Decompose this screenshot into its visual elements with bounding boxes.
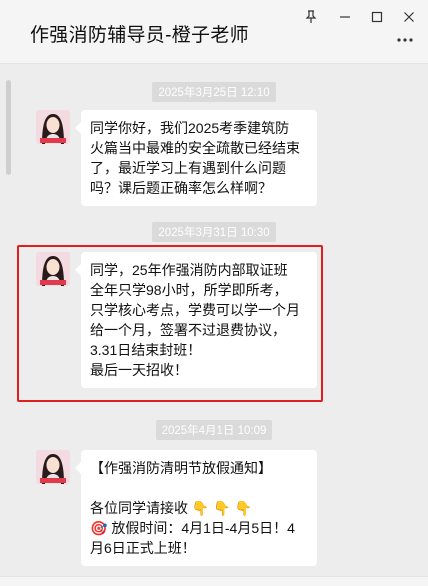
timestamp: 2025年3月25日 12:10 — [0, 82, 428, 102]
timestamp: 2025年4月1日 10:09 — [0, 420, 428, 440]
title-bar: 作强消防辅导员-橙子老师 — [0, 0, 428, 64]
pin-icon[interactable] — [300, 6, 322, 28]
close-icon[interactable] — [398, 6, 420, 28]
bottom-toolbar — [0, 576, 428, 586]
highlight-box — [17, 245, 323, 402]
chat-window: 作强消防辅导员-橙子老师 2025年3月25日 12:10 同学你好，我们202… — [0, 0, 428, 586]
timestamp: 2025年3月31日 10:30 — [0, 222, 428, 242]
avatar[interactable] — [36, 110, 70, 144]
message-bubble[interactable]: 同学你好，我们2025考季建筑防 火篇当中最难的安全疏散已经结束 了，最近学习上… — [75, 110, 317, 206]
minimize-icon[interactable] — [334, 6, 356, 28]
chat-title: 作强消防辅导员-橙子老师 — [30, 25, 249, 46]
maximize-icon[interactable] — [366, 6, 388, 28]
message-bubble[interactable]: 【作强消防清明节放假通知】 各位同学请接收 👇 👇 👇 🎯 放假时间：4月1日-… — [75, 450, 317, 566]
avatar[interactable] — [36, 450, 70, 484]
more-options-icon[interactable] — [394, 30, 416, 50]
